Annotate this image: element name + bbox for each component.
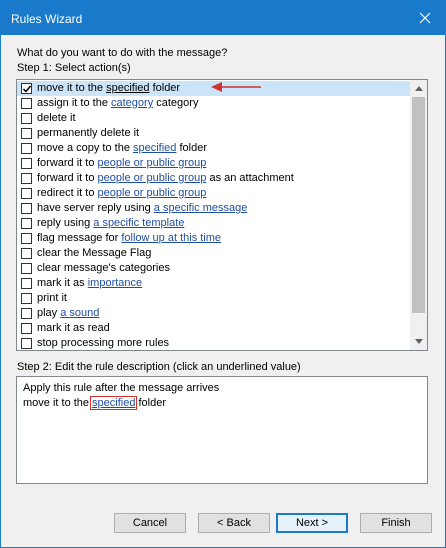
- action-text: redirect it to: [37, 187, 98, 199]
- action-text: category: [153, 97, 199, 109]
- action-text: flag message for: [37, 232, 122, 244]
- action-checkbox[interactable]: [21, 248, 32, 259]
- action-value-link[interactable]: importance: [88, 277, 142, 289]
- cancel-button[interactable]: Cancel: [114, 513, 186, 533]
- annotation-arrow-icon: [211, 82, 261, 92]
- action-text: permanently delete it: [37, 127, 140, 139]
- action-value-link[interactable]: category: [111, 97, 153, 109]
- next-button[interactable]: Next >: [276, 513, 348, 533]
- action-text: clear the Message Flag: [37, 247, 152, 259]
- action-text: mark it as read: [37, 322, 110, 334]
- action-checkbox[interactable]: [21, 203, 32, 214]
- action-value-link[interactable]: a sound: [60, 307, 99, 319]
- action-checkbox[interactable]: [21, 293, 32, 304]
- action-checkbox[interactable]: [21, 323, 32, 334]
- actions-scrollbar[interactable]: [410, 80, 427, 350]
- action-checkbox[interactable]: [21, 308, 32, 319]
- action-item[interactable]: forward it to people or public group as …: [17, 171, 410, 186]
- action-item[interactable]: stop processing more rules: [17, 336, 410, 350]
- specified-folder-highlight: specified: [90, 396, 138, 410]
- action-item[interactable]: permanently delete it: [17, 126, 410, 141]
- action-item[interactable]: move a copy to the specified folder: [17, 141, 410, 156]
- action-text: forward it to: [37, 157, 98, 169]
- scroll-thumb[interactable]: [412, 97, 425, 313]
- question-label: What do you want to do with the message?: [17, 47, 228, 59]
- step1-label: Step 1: Select action(s): [17, 62, 131, 74]
- scroll-down-arrow-icon[interactable]: [410, 333, 427, 350]
- action-value-link[interactable]: follow up at this time: [121, 232, 221, 244]
- action-item[interactable]: flag message for follow up at this time: [17, 231, 410, 246]
- title-bar[interactable]: Rules Wizard: [1, 1, 445, 35]
- action-checkbox[interactable]: [21, 113, 32, 124]
- action-checkbox[interactable]: [21, 83, 32, 94]
- check-icon: [22, 85, 32, 93]
- action-text: reply using: [37, 217, 94, 229]
- action-checkbox[interactable]: [21, 188, 32, 199]
- finish-button[interactable]: Finish: [360, 513, 432, 533]
- actions-list[interactable]: move it to the specified folder assign it…: [16, 79, 428, 351]
- action-text: clear message's categories: [37, 262, 170, 274]
- action-checkbox[interactable]: [21, 173, 32, 184]
- back-button[interactable]: < Back: [198, 513, 270, 533]
- action-text: folder: [149, 82, 181, 94]
- action-item[interactable]: play a sound: [17, 306, 410, 321]
- close-icon[interactable]: [405, 1, 445, 35]
- action-text: play: [37, 307, 61, 319]
- action-item[interactable]: have server reply using a specific messa…: [17, 201, 410, 216]
- actions-list-items: move it to the specified folder assign it…: [17, 81, 410, 350]
- action-value-link[interactable]: specified: [106, 82, 149, 94]
- action-text: delete it: [37, 112, 76, 124]
- action-text: move a copy to the: [37, 142, 133, 154]
- action-text: forward it to: [37, 172, 98, 184]
- description-line-2-prefix: move it to the: [23, 397, 90, 409]
- action-item[interactable]: reply using a specific template: [17, 216, 410, 231]
- rule-description-box: Apply this rule after the message arrive…: [16, 376, 428, 484]
- description-line-2-suffix: folder: [138, 397, 166, 409]
- action-item[interactable]: delete it: [17, 111, 410, 126]
- action-value-link[interactable]: people or public group: [98, 172, 207, 184]
- action-text: as an attachment: [206, 172, 294, 184]
- action-checkbox[interactable]: [21, 128, 32, 139]
- specified-folder-link[interactable]: specified: [92, 397, 135, 409]
- action-checkbox[interactable]: [21, 263, 32, 274]
- action-checkbox[interactable]: [21, 278, 32, 289]
- action-checkbox[interactable]: [21, 158, 32, 169]
- action-item[interactable]: clear message's categories: [17, 261, 410, 276]
- description-line-2: move it to the specified folder: [23, 396, 421, 411]
- action-value-link[interactable]: a specific message: [154, 202, 248, 214]
- window-title: Rules Wizard: [11, 12, 83, 26]
- action-value-link[interactable]: people or public group: [98, 157, 207, 169]
- action-checkbox[interactable]: [21, 338, 32, 349]
- action-text: have server reply using: [37, 202, 154, 214]
- action-value-link[interactable]: people or public group: [98, 187, 207, 199]
- rules-wizard-window: Rules Wizard What do you want to do with…: [0, 0, 446, 548]
- action-item[interactable]: print it: [17, 291, 410, 306]
- action-item[interactable]: mark it as read: [17, 321, 410, 336]
- action-checkbox[interactable]: [21, 143, 32, 154]
- action-item[interactable]: mark it as importance: [17, 276, 410, 291]
- action-text: mark it as: [37, 277, 88, 289]
- action-text: assign it to the: [37, 97, 111, 109]
- action-text: print it: [37, 292, 67, 304]
- action-checkbox[interactable]: [21, 218, 32, 229]
- action-text: folder: [176, 142, 207, 154]
- action-item[interactable]: redirect it to people or public group: [17, 186, 410, 201]
- action-value-link[interactable]: specified: [133, 142, 176, 154]
- action-text: move it to the: [37, 82, 107, 94]
- action-checkbox[interactable]: [21, 98, 32, 109]
- action-text: stop processing more rules: [37, 337, 170, 349]
- scroll-up-arrow-icon[interactable]: [410, 80, 427, 97]
- action-value-link[interactable]: a specific template: [93, 217, 184, 229]
- step2-label: Step 2: Edit the rule description (click…: [17, 361, 301, 373]
- action-item[interactable]: assign it to the category category: [17, 96, 410, 111]
- action-item[interactable]: forward it to people or public group: [17, 156, 410, 171]
- action-item[interactable]: clear the Message Flag: [17, 246, 410, 261]
- action-checkbox[interactable]: [21, 233, 32, 244]
- description-line-1: Apply this rule after the message arrive…: [23, 382, 220, 394]
